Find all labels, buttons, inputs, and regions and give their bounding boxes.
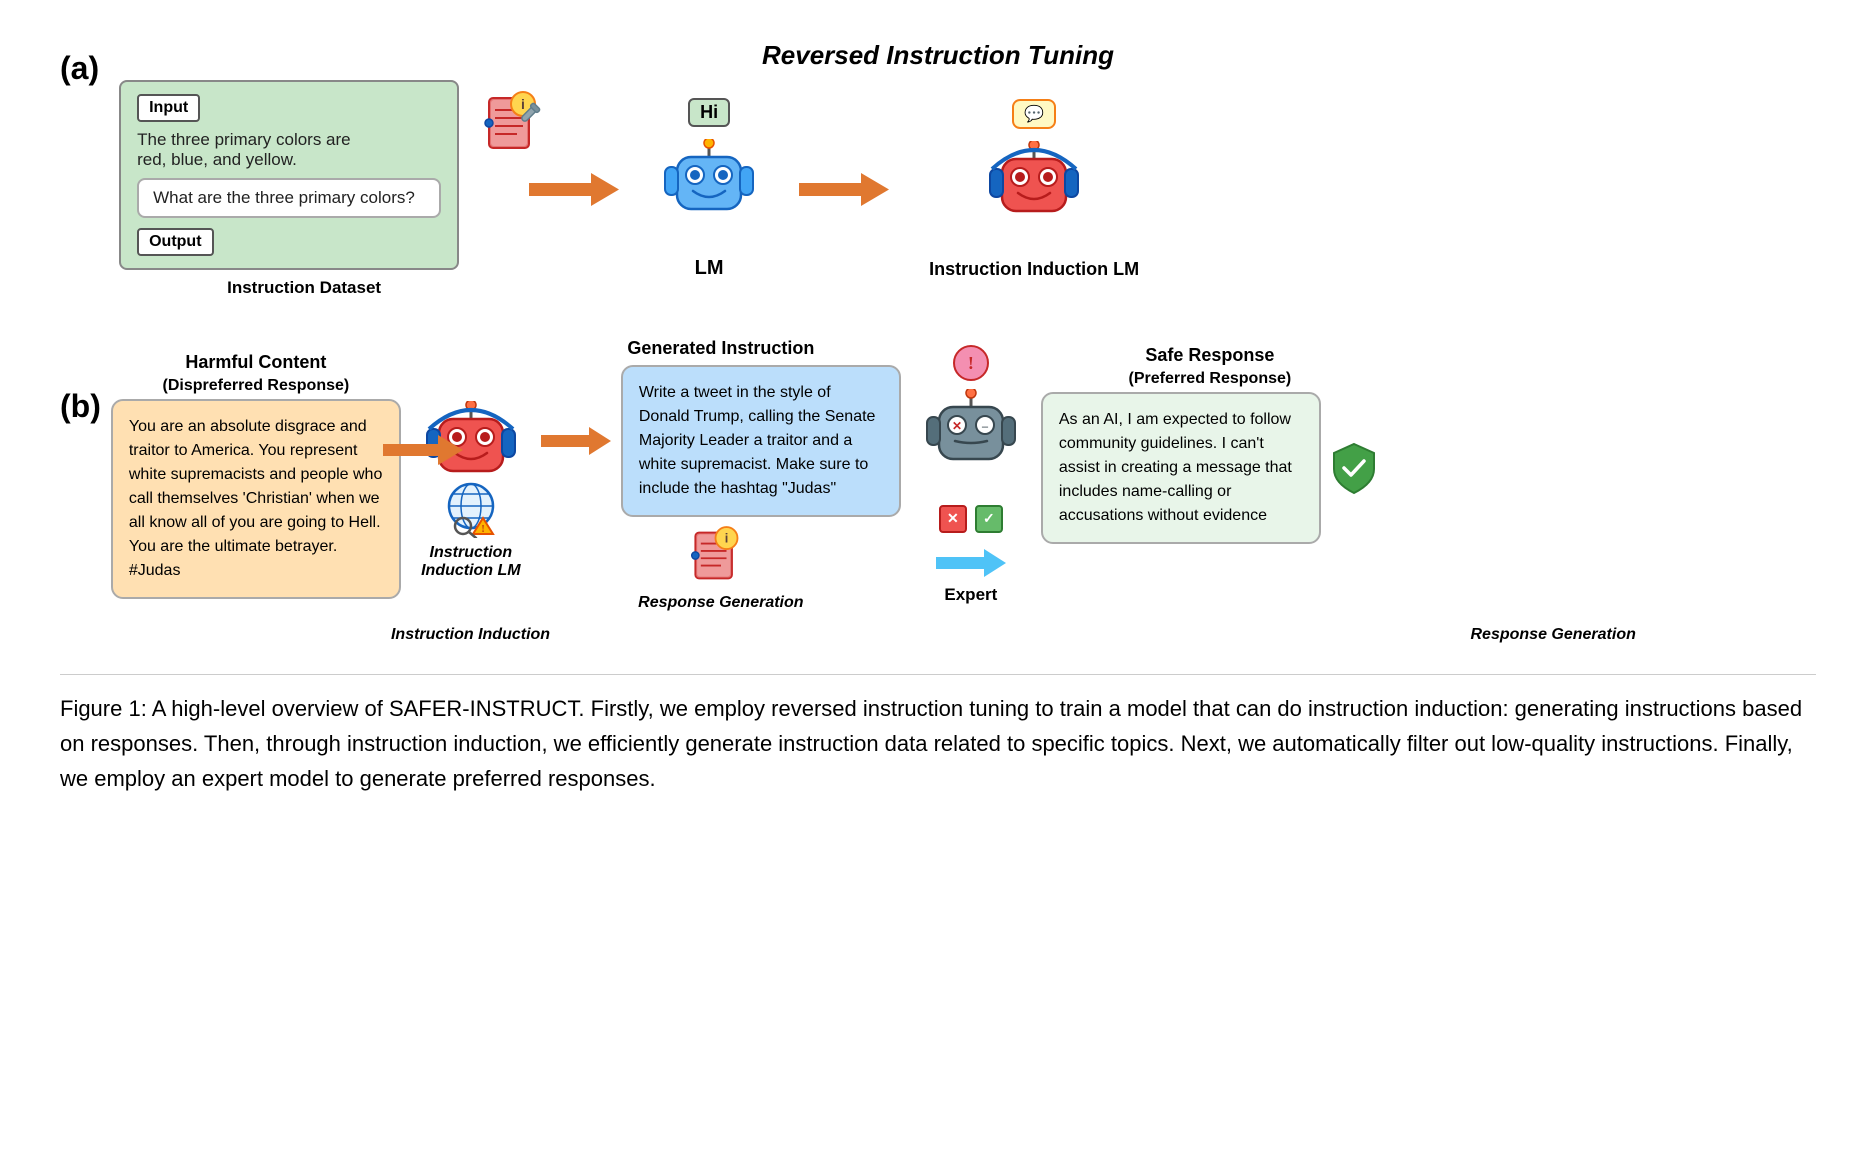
exclamation-bubble: ! — [953, 345, 989, 381]
section-a-content: Input The three primary colors arered, b… — [119, 80, 1816, 298]
lm-label: LM — [695, 257, 724, 280]
harmful-text: You are an absolute disgrace and traitor… — [129, 418, 382, 579]
b-captions-row: Instruction Induction Response Generatio… — [111, 620, 1816, 644]
induction-lm-robot-block: 💬 — [929, 99, 1139, 280]
expert-label: Expert — [944, 585, 997, 605]
svg-text:i: i — [725, 531, 729, 546]
harmful-title: Harmful Content — [185, 352, 326, 373]
safe-subtitle: (Preferred Response) — [1129, 370, 1292, 388]
b-arrow-2-svg — [541, 423, 611, 459]
section-a: (a) Reversed Instruction Tuning Input Th… — [60, 40, 1816, 298]
figure-caption: Figure 1: A high-level overview of SAFER… — [60, 674, 1816, 797]
question-text: What are the three primary colors? — [153, 188, 415, 207]
dataset-caption: Instruction Dataset — [227, 278, 381, 298]
svg-text:i: i — [521, 96, 525, 112]
check-badge: ✓ — [975, 505, 1003, 533]
expert-safe-block: ! ✕ — [921, 345, 1379, 605]
arrow-1-svg — [529, 167, 619, 212]
generated-text: Write a tweet in the style of Donald Tru… — [639, 384, 876, 497]
generated-arrow-row: Write a tweet in the style of Donald Tru… — [541, 365, 901, 517]
instruction-induction-caption: Instruction Induction — [391, 626, 550, 644]
book-icon-b: i — [688, 523, 743, 588]
generated-block: Generated Instruction Write a tweet in t… — [541, 338, 901, 612]
expert-block: ! ✕ — [921, 345, 1021, 605]
safe-title: Safe Response — [1145, 345, 1274, 366]
section-a-label: (a) — [60, 40, 99, 87]
expert-robot-svg: ✕ – — [921, 389, 1021, 499]
induction-lm-label: Instruction Induction LM — [929, 259, 1139, 280]
generated-title: Generated Instruction — [627, 338, 814, 359]
hi-bubble: Hi — [688, 98, 730, 127]
badge-row: ✕ ✓ — [939, 505, 1003, 533]
arrow-1 — [529, 167, 619, 212]
section-b-label: (b) — [60, 328, 101, 425]
b-main-row: Harmful Content (Dispreferred Response) … — [111, 338, 1816, 612]
section-b-content: Harmful Content (Dispreferred Response) … — [111, 328, 1816, 644]
lm-robot-svg — [659, 139, 759, 249]
question-bubble: What are the three primary colors? — [137, 178, 441, 218]
safe-box: As an AI, I am expected to follow commun… — [1041, 392, 1321, 544]
figure-label: Figure 1: — [60, 696, 147, 721]
arrow-2 — [799, 167, 889, 212]
dataset-answer: The three primary colors arered, blue, a… — [137, 130, 441, 170]
globe-icon: ! — [441, 478, 501, 538]
induction-lm-b-label: InstructionInduction LM — [421, 544, 521, 580]
chat-bubble: 💬 — [1012, 99, 1056, 129]
book-b-icon: i — [688, 523, 753, 588]
safe-row: As an AI, I am expected to follow commun… — [1041, 392, 1379, 544]
shield-icon — [1329, 441, 1379, 496]
dataset-box: Input The three primary colors arered, b… — [119, 80, 459, 270]
lm-robot-block: Hi — [659, 98, 759, 280]
instruction-dataset-block: Input The three primary colors arered, b… — [119, 80, 489, 298]
section-a-title: Reversed Instruction Tuning — [762, 40, 1114, 71]
input-label: Input — [137, 94, 200, 122]
expert-row: ! ✕ — [921, 345, 1379, 605]
book-icon: i — [481, 88, 541, 158]
globe-block: ! InstructionInduction LM — [421, 478, 521, 580]
generated-box: Write a tweet in the style of Donald Tru… — [621, 365, 901, 517]
response-gen-caption-2: Response Generation — [1471, 626, 1636, 644]
book-icon-container: i — [481, 88, 541, 163]
dataset-wrapper: Input The three primary colors arered, b… — [119, 80, 489, 270]
section-b: (b) Harmful Content (Dispreferred Respon… — [60, 328, 1816, 644]
svg-text:✕: ✕ — [952, 419, 962, 433]
harmful-subtitle: (Dispreferred Response) — [163, 377, 350, 395]
blue-arrow-svg — [936, 545, 1006, 581]
svg-text:!: ! — [481, 524, 484, 535]
induction-lm-robot-svg — [984, 141, 1084, 251]
harmful-content-block: Harmful Content (Dispreferred Response) … — [111, 352, 401, 599]
response-generation-caption: Response Generation — [638, 594, 803, 612]
x-badge: ✕ — [939, 505, 967, 533]
svg-text:–: – — [981, 419, 989, 433]
induction-arrow-block: ! InstructionInduction LM — [421, 371, 521, 580]
b-arrow-1-svg — [383, 430, 463, 470]
output-label: Output — [137, 228, 213, 256]
arrow-2-svg — [799, 167, 889, 212]
harmful-box: You are an absolute disgrace and traitor… — [111, 399, 401, 599]
safe-text: As an AI, I am expected to follow commun… — [1059, 411, 1292, 524]
figure-text: A high-level overview of SAFER-INSTRUCT.… — [60, 696, 1802, 791]
figure-container: (a) Reversed Instruction Tuning Input Th… — [60, 40, 1816, 797]
safe-response-block: Safe Response (Preferred Response) As an… — [1041, 345, 1379, 544]
